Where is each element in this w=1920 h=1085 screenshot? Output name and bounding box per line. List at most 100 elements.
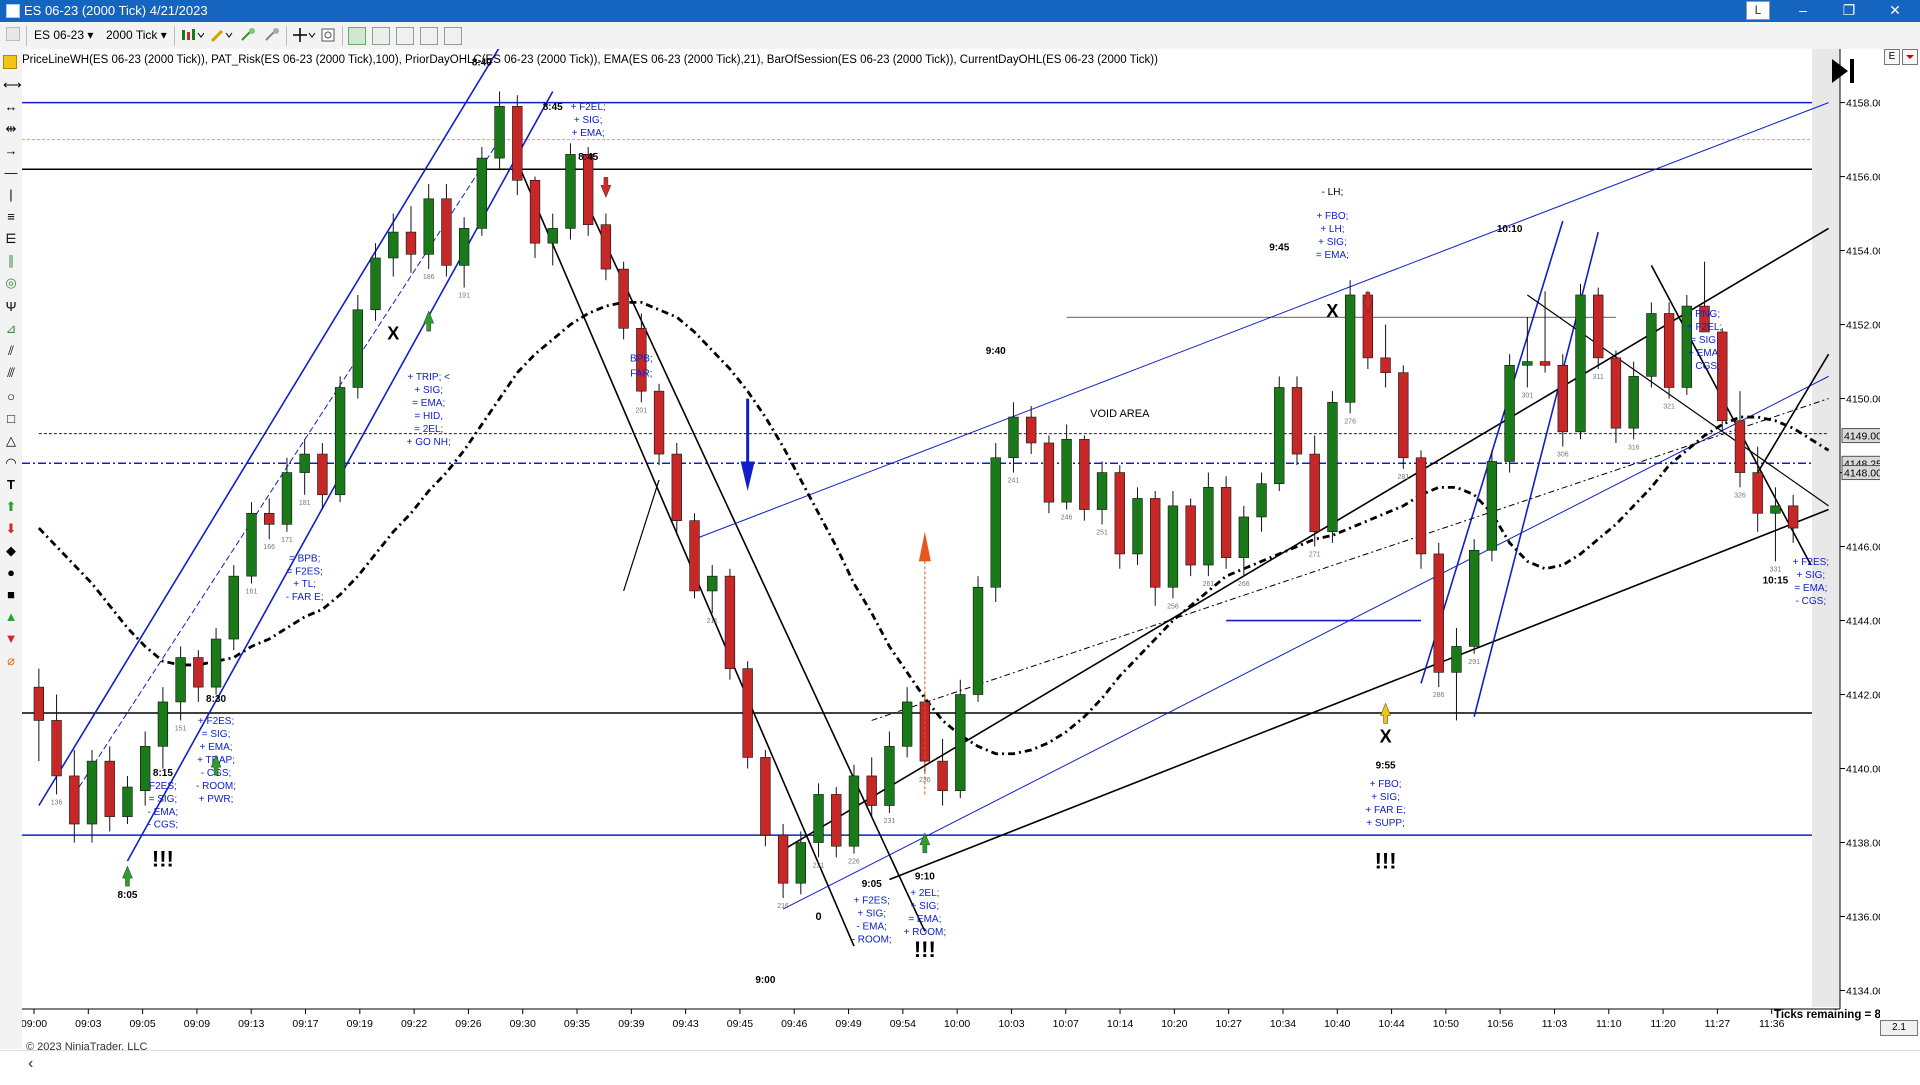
candle[interactable] (334, 376, 346, 503)
fib-circle-icon[interactable]: ◎ (3, 275, 19, 291)
risk-reward-icon[interactable]: ⫻ (3, 365, 19, 381)
candle[interactable] (1274, 376, 1285, 492)
zoom-icon[interactable] (320, 27, 336, 43)
candle[interactable] (990, 442, 1001, 603)
crosshair-icon[interactable] (292, 27, 316, 43)
line-tool-icon[interactable]: ⟷ (3, 77, 22, 93)
regression-channel-icon[interactable]: ⫽ (3, 343, 19, 359)
arrow-down-icon[interactable]: ⬇ (3, 521, 19, 537)
chart-trader-icon[interactable] (348, 27, 366, 45)
candle[interactable] (742, 661, 753, 769)
chart-annotation: + F2ES; (1793, 557, 1829, 568)
price-chart[interactable]: 8:40 8:45 + F2EL; + SIG; + EMA; 8:45 + TRIP; <… (21, 46, 1888, 1053)
restore-button[interactable]: ❐ (1827, 0, 1871, 22)
arrow-up-icon[interactable]: ⬆ (3, 499, 19, 515)
candle[interactable] (1663, 302, 1675, 399)
candle[interactable] (1291, 376, 1303, 466)
candle[interactable] (512, 95, 523, 196)
candle[interactable] (653, 383, 665, 466)
candle-body (937, 760, 948, 792)
triangle-up-icon[interactable]: ▲ (3, 609, 19, 625)
channel-icon[interactable]: ≡ (3, 209, 19, 225)
y-tick-label: 4134.00 (1846, 986, 1880, 998)
candle[interactable] (1043, 435, 1055, 514)
panel-menu-icon[interactable]: E (1884, 49, 1900, 65)
candle[interactable] (228, 565, 239, 651)
candle[interactable] (1504, 354, 1515, 473)
candle[interactable] (1079, 435, 1090, 521)
interval-selector[interactable]: 2000 Tick ▾ (106, 26, 167, 44)
candle[interactable] (352, 294, 363, 399)
strategy-icon[interactable] (264, 27, 280, 43)
pin-icon[interactable] (6, 27, 20, 41)
text-tool-icon[interactable]: T (3, 477, 19, 493)
drawing-tool-icon[interactable] (210, 27, 233, 43)
triangle-icon[interactable]: △ (3, 433, 19, 449)
candle[interactable] (476, 146, 488, 236)
triangle-down-icon[interactable]: ▼ (3, 631, 19, 647)
fib-retracement-icon[interactable]: ⋿ (3, 231, 19, 247)
candle[interactable] (1433, 542, 1444, 688)
candle[interactable] (972, 576, 984, 702)
candle[interactable] (1327, 391, 1338, 543)
price-axis-panel[interactable]: E 2.1 (1880, 49, 1920, 1080)
candle[interactable] (1646, 302, 1657, 388)
minimize-button[interactable]: – (1781, 0, 1825, 22)
candle[interactable] (1398, 365, 1409, 469)
candle[interactable] (1185, 498, 1196, 577)
candle[interactable] (1132, 487, 1143, 566)
chart-annotation: + PWR; (199, 794, 234, 805)
candle[interactable] (1486, 450, 1498, 562)
extended-line-icon[interactable]: ⇹ (3, 121, 19, 137)
candle[interactable] (618, 261, 629, 340)
vertical-line-icon[interactable]: | (3, 187, 19, 203)
andrews-pitchfork-icon[interactable]: Ψ (3, 299, 19, 315)
candle[interactable] (848, 764, 860, 854)
candle[interactable] (565, 143, 576, 240)
ellipse-icon[interactable]: ○ (3, 389, 19, 405)
chevron-down-icon: ▾ (160, 28, 167, 42)
arrow-line-icon[interactable]: → (3, 143, 19, 159)
close-button[interactable]: ✕ (1873, 0, 1917, 22)
scroll-left-icon[interactable]: ‹ (28, 1055, 33, 1073)
properties-icon[interactable] (420, 27, 438, 45)
ruler-icon[interactable] (3, 55, 17, 69)
rectangle-icon[interactable]: □ (3, 411, 19, 427)
eraser-icon[interactable]: ⌀ (3, 653, 19, 669)
candle[interactable] (1415, 450, 1427, 569)
candle[interactable] (1593, 287, 1604, 369)
candle[interactable] (760, 750, 771, 847)
candle[interactable] (1167, 491, 1179, 599)
candle[interactable] (689, 513, 700, 599)
link-button[interactable]: L (1746, 1, 1770, 20)
candle[interactable] (1114, 465, 1125, 569)
arc-icon[interactable]: ◠ (3, 455, 19, 471)
time-scrollbar[interactable]: ‹ (0, 1050, 1920, 1081)
add-indicator-icon[interactable] (240, 27, 256, 43)
horizontal-line-icon[interactable]: — (3, 165, 19, 181)
candle[interactable] (1575, 283, 1586, 440)
candle[interactable] (1203, 472, 1214, 577)
chart-canvas[interactable]: 8:408:45 + F2EL;+ SIG;+ EMA;8:45+ TRIP; <… (21, 46, 1888, 1053)
bar-number-label: 216 (777, 903, 789, 910)
bar-type-icon[interactable] (180, 27, 205, 43)
diamond-icon[interactable]: ◆ (3, 543, 19, 559)
candle-body (1770, 505, 1781, 514)
fib-extension-icon[interactable]: ∥ (3, 253, 19, 269)
gann-fan-icon[interactable]: ⊿ (3, 321, 19, 337)
square-icon[interactable]: ■ (3, 587, 19, 603)
candle[interactable] (724, 568, 736, 680)
bar-number-label: 266 (1238, 581, 1250, 588)
ray-tool-icon[interactable]: ↔ (3, 99, 19, 115)
data-box-icon[interactable] (372, 27, 390, 45)
dot-icon[interactable]: ● (3, 565, 19, 581)
candle[interactable] (1344, 280, 1356, 414)
candle[interactable] (1220, 476, 1232, 569)
candle[interactable] (246, 502, 257, 584)
candle[interactable] (955, 679, 966, 799)
panel-dropdown-icon[interactable] (1902, 49, 1918, 65)
template-icon[interactable] (444, 27, 462, 45)
chart-style-icon[interactable] (396, 27, 414, 45)
instrument-selector[interactable]: ES 06-23 ▾ (34, 26, 93, 44)
candle[interactable] (1469, 539, 1480, 654)
